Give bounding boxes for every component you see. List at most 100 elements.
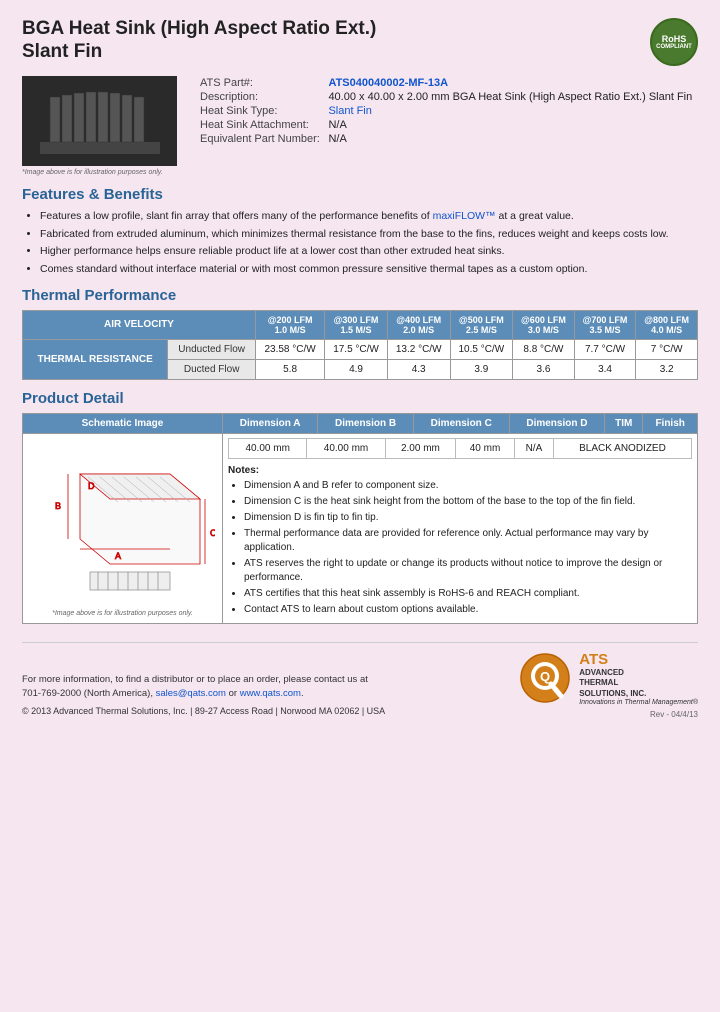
- desc-label: Description:: [196, 90, 324, 104]
- equiv-value: N/A: [324, 132, 698, 146]
- list-item: ATS certifies that this heat sink assemb…: [244, 587, 692, 601]
- svg-text:A: A: [115, 551, 121, 561]
- dim-value: N/A: [514, 438, 553, 458]
- thermal-value: 3.6: [513, 359, 575, 379]
- part-value: ATS040040002-MF-13A: [324, 76, 698, 90]
- footer-contact: For more information, to find a distribu…: [22, 673, 385, 702]
- attach-value: N/A: [324, 118, 698, 132]
- col-800lfm: @800 LFM4.0 M/S: [636, 310, 698, 339]
- equiv-row: Equivalent Part Number: N/A: [196, 132, 698, 146]
- dim-value: 2.00 mm: [385, 438, 455, 458]
- schematic-caption: *Image above is for illustration purpose…: [28, 610, 217, 617]
- thermal-title: Thermal Performance: [22, 287, 698, 304]
- schematic-svg: A B C D: [30, 444, 215, 604]
- ats-q-logo-svg: Q: [519, 652, 571, 704]
- attach-row: Heat Sink Attachment: N/A: [196, 118, 698, 132]
- detail-col-header: Dimension C: [413, 413, 509, 433]
- title-block: BGA Heat Sink (High Aspect Ratio Ext.) S…: [22, 18, 376, 64]
- thermal-value: 3.9: [450, 359, 513, 379]
- thermal-header-row1: AIR VELOCITY @200 LFM1.0 M/S @300 LFM1.5…: [23, 310, 698, 339]
- list-item: Thermal performance data are provided fo…: [244, 527, 692, 555]
- thermal-value: 3.2: [636, 359, 698, 379]
- detail-info-table: ATS Part#: ATS040040002-MF-13A Descripti…: [196, 76, 698, 146]
- ats-full-name: ADVANCED THERMAL SOLUTIONS, INC.: [579, 668, 698, 699]
- thermal-table: AIR VELOCITY @200 LFM1.0 M/S @300 LFM1.5…: [22, 310, 698, 380]
- dim-values-table: 40.00 mm40.00 mm2.00 mm40 mmN/ABLACK ANO…: [228, 438, 692, 459]
- svg-text:B: B: [55, 501, 61, 511]
- thermal-resistance-label: THERMAL RESISTANCE: [23, 339, 168, 379]
- dim-value: 40.00 mm: [307, 438, 385, 458]
- ats-logo-box: Q ATS ADVANCED THERMAL SOLUTIONS, INC. I…: [519, 651, 698, 706]
- schematic-diagram: A B C D: [30, 444, 215, 604]
- col-300lfm: @300 LFM1.5 M/S: [325, 310, 388, 339]
- product-info-section: *Image above is for illustration purpose…: [22, 76, 698, 176]
- dim-data-cell: 40.00 mm40.00 mm2.00 mm40 mmN/ABLACK ANO…: [223, 433, 698, 623]
- desc-row: Description: 40.00 x 40.00 x 2.00 mm BGA…: [196, 90, 698, 104]
- ats-logo-area: Q ATS ADVANCED THERMAL SOLUTIONS, INC. I…: [519, 651, 698, 719]
- ats-acronym: ATS: [579, 651, 698, 668]
- footer-email[interactable]: sales@qats.com: [156, 688, 226, 699]
- thermal-value: 10.5 °C/W: [450, 339, 513, 359]
- product-detail-table: Schematic ImageDimension ADimension BDim…: [22, 413, 698, 624]
- list-item: ATS reserves the right to update or chan…: [244, 557, 692, 585]
- product-image: [22, 76, 177, 166]
- product-details: ATS Part#: ATS040040002-MF-13A Descripti…: [196, 76, 698, 176]
- desc-value: 40.00 x 40.00 x 2.00 mm BGA Heat Sink (H…: [324, 90, 698, 104]
- list-item: Features a low profile, slant fin array …: [40, 209, 698, 224]
- detail-header-row: Schematic ImageDimension ADimension BDim…: [23, 413, 698, 433]
- schematic-image-cell: A B C D: [23, 433, 223, 623]
- footer-copyright: © 2013 Advanced Thermal Solutions, Inc. …: [22, 705, 385, 719]
- svg-text:D: D: [88, 481, 95, 491]
- notes-list: Dimension A and B refer to component siz…: [244, 479, 692, 617]
- notes-section: Notes: Dimension A and B refer to compon…: [228, 465, 692, 617]
- col-700lfm: @700 LFM3.5 M/S: [574, 310, 636, 339]
- page: BGA Heat Sink (High Aspect Ratio Ext.) S…: [0, 0, 720, 729]
- table-row: THERMAL RESISTANCEUnducted Flow23.58 °C/…: [23, 339, 698, 359]
- thermal-value: 4.3: [387, 359, 450, 379]
- type-value: Slant Fin: [324, 104, 698, 118]
- col-200lfm: @200 LFM1.0 M/S: [255, 310, 324, 339]
- footer-website[interactable]: www.qats.com: [240, 688, 301, 699]
- detail-col-header: Finish: [643, 413, 698, 433]
- flow-type-label: Ducted Flow: [168, 359, 256, 379]
- air-velocity-header: AIR VELOCITY: [23, 310, 256, 339]
- thermal-value: 5.8: [255, 359, 324, 379]
- features-list: Features a low profile, slant fin array …: [40, 209, 698, 277]
- type-label: Heat Sink Type:: [196, 104, 324, 118]
- col-600lfm: @600 LFM3.0 M/S: [513, 310, 575, 339]
- part-label: ATS Part#:: [196, 76, 324, 90]
- table-row: 40.00 mm40.00 mm2.00 mm40 mmN/ABLACK ANO…: [229, 438, 692, 458]
- detail-col-header: TIM: [605, 413, 643, 433]
- thermal-value: 3.4: [574, 359, 636, 379]
- page-number: Rev - 04/4/13: [519, 710, 698, 719]
- rohs-badge: RoHS COMPLIANT: [650, 18, 698, 66]
- thermal-value: 13.2 °C/W: [387, 339, 450, 359]
- list-item: Contact ATS to learn about custom option…: [244, 603, 692, 617]
- thermal-value: 17.5 °C/W: [325, 339, 388, 359]
- attach-label: Heat Sink Attachment:: [196, 118, 324, 132]
- footer-left: For more information, to find a distribu…: [22, 673, 385, 719]
- header-row: BGA Heat Sink (High Aspect Ratio Ext.) S…: [22, 18, 698, 66]
- maxiflow-link[interactable]: maxiFLOW™: [433, 210, 496, 222]
- equiv-label: Equivalent Part Number:: [196, 132, 324, 146]
- list-item: Higher performance helps ensure reliable…: [40, 244, 698, 259]
- dim-value: 40 mm: [456, 438, 515, 458]
- list-item: Fabricated from extruded aluminum, which…: [40, 227, 698, 242]
- list-item: Comes standard without interface materia…: [40, 262, 698, 277]
- dim-value: BLACK ANODIZED: [553, 438, 691, 458]
- detail-col-header: Schematic Image: [23, 413, 223, 433]
- list-item: Dimension D is fin tip to fin tip.: [244, 511, 692, 525]
- list-item: Dimension C is the heat sink height from…: [244, 495, 692, 509]
- ats-tagline: Innovations in Thermal Management®: [579, 699, 698, 706]
- product-detail-title: Product Detail: [22, 390, 698, 407]
- ats-text-block: ATS ADVANCED THERMAL SOLUTIONS, INC. Inn…: [579, 651, 698, 706]
- notes-title: Notes:: [228, 465, 692, 476]
- product-image-box: *Image above is for illustration purpose…: [22, 76, 182, 176]
- flow-type-label: Unducted Flow: [168, 339, 256, 359]
- dim-value: 40.00 mm: [229, 438, 307, 458]
- svg-text:Q: Q: [540, 669, 550, 684]
- col-500lfm: @500 LFM2.5 M/S: [450, 310, 513, 339]
- image-caption: *Image above is for illustration purpose…: [22, 169, 182, 176]
- detail-col-header: Dimension D: [509, 413, 605, 433]
- detail-data-row: A B C D: [23, 433, 698, 623]
